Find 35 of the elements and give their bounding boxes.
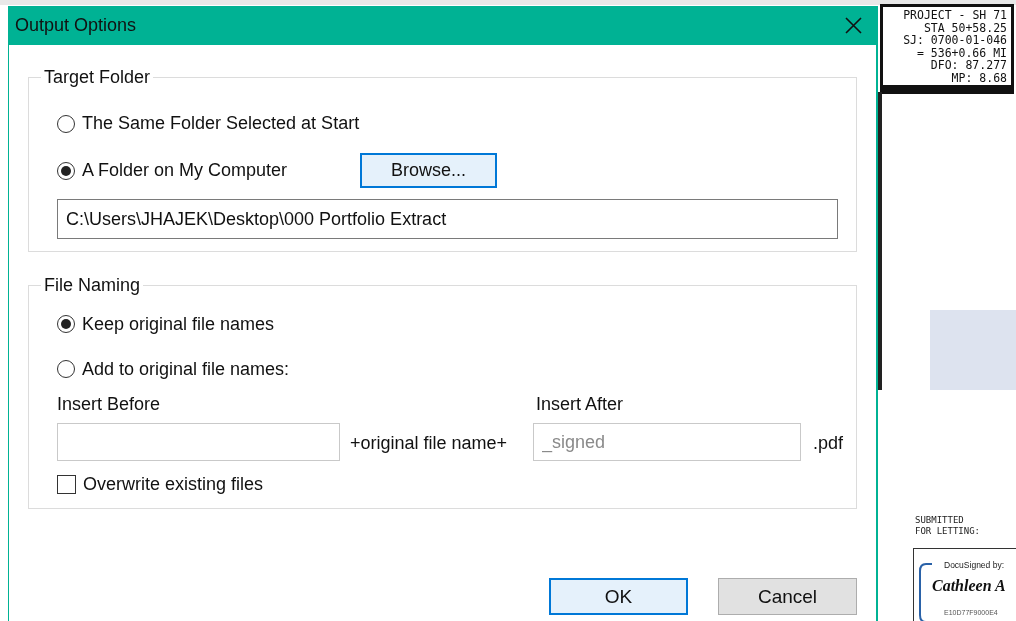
sheet-label: SUBMITTED	[915, 515, 965, 526]
radio-button[interactable]	[57, 114, 75, 133]
joiner-text: +original file name+	[349, 432, 509, 454]
browse-button[interactable]: Browse...	[360, 153, 498, 188]
checkbox-label: Overwrite existing files	[83, 474, 264, 495]
input-field[interactable]: _signed	[533, 423, 801, 461]
group-title: File Naming	[43, 274, 142, 296]
radio-label: The Same Folder Selected at Start	[82, 113, 360, 134]
title-block-text: DFO: 87.277	[930, 59, 1007, 72]
extension-text: .pdf	[812, 432, 845, 454]
radio-button[interactable]	[57, 161, 75, 180]
close-icon	[844, 17, 862, 34]
title-block-text: SJ: 0700-01-046	[903, 34, 1007, 47]
title-block-text: = 536+0.66 MI	[917, 46, 1007, 59]
signature-name: Cathleen A	[932, 577, 1006, 595]
field-label: Insert After	[535, 394, 625, 415]
ok-button[interactable]: OK	[549, 578, 688, 615]
group-title: Target Folder	[43, 66, 152, 88]
title-block-text: MP: 8.68	[951, 71, 1007, 84]
radio-label: Keep original file names	[82, 313, 275, 335]
field-label: Insert Before	[57, 394, 162, 415]
signature-bracket	[919, 563, 933, 621]
signature-caption: DocuSigned by:	[944, 560, 1004, 570]
radio-button[interactable]	[57, 315, 75, 333]
window-title: Output Options	[15, 15, 137, 36]
radio-label: A Folder on My Computer	[82, 160, 288, 181]
sheet-label: FOR LETTING:	[915, 526, 981, 537]
title-block-text: STA 50+58.25	[923, 21, 1007, 34]
radio-label: Add to original file names:	[82, 358, 290, 380]
checkbox[interactable]	[57, 475, 76, 494]
input-field[interactable]	[57, 423, 340, 461]
title-block-text: PROJECT - SH 71	[903, 9, 1007, 22]
radio-button[interactable]	[57, 360, 75, 378]
path-field[interactable]: C:\Users\JHAJEK\Desktop\000 Portfolio Extract	[57, 199, 838, 239]
cancel-button[interactable]: Cancel	[718, 578, 857, 615]
